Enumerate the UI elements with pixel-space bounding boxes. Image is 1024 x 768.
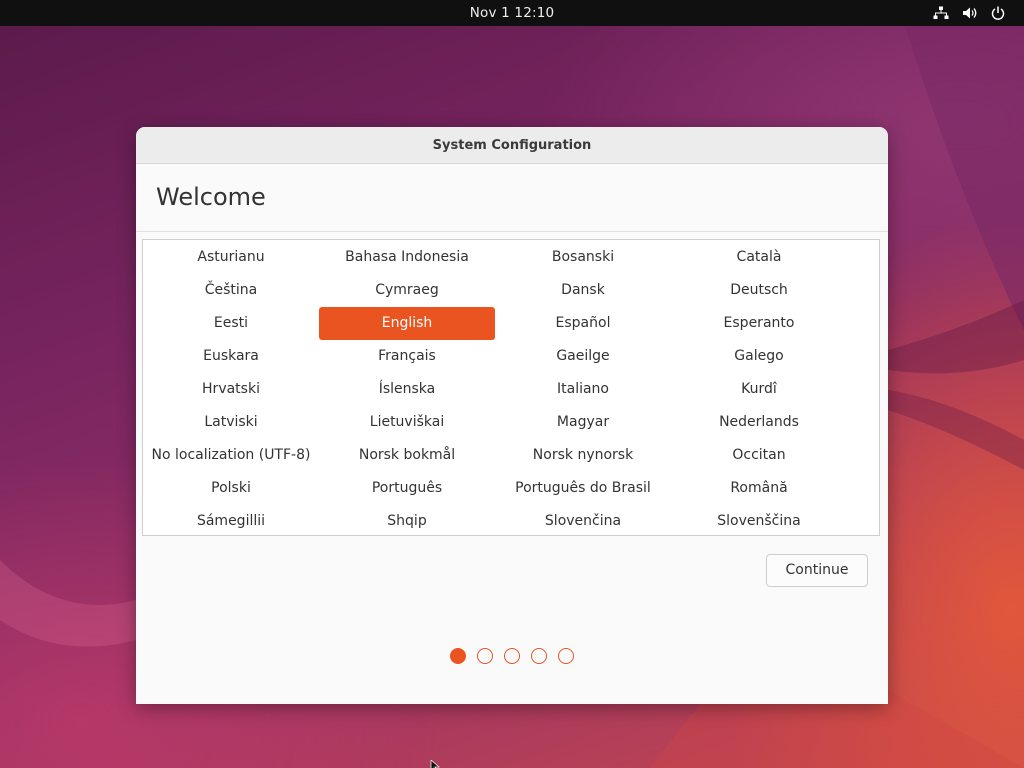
language-option-selected[interactable]: English <box>319 307 495 340</box>
power-icon[interactable] <box>987 0 1009 26</box>
page-indicator <box>136 648 888 664</box>
language-option[interactable]: Gaeilge <box>495 340 671 373</box>
language-option[interactable]: Bahasa Indonesia <box>319 241 495 274</box>
page-dot <box>504 648 520 664</box>
language-option[interactable]: Čeština <box>143 274 319 307</box>
language-option[interactable]: Bosanski <box>495 241 671 274</box>
language-option[interactable]: Sámegillii <box>143 505 319 538</box>
page-heading: Welcome <box>156 183 266 211</box>
page-dot <box>531 648 547 664</box>
language-option[interactable]: Occitan <box>671 439 847 472</box>
language-option[interactable]: Galego <box>671 340 847 373</box>
language-option[interactable]: Euskara <box>143 340 319 373</box>
language-option[interactable]: Nederlands <box>671 406 847 439</box>
language-option[interactable]: Slovenčina <box>495 505 671 538</box>
language-list[interactable]: Asturianu Bahasa Indonesia Bosanski Català Č… <box>142 239 880 536</box>
language-option[interactable]: Deutsch <box>671 274 847 307</box>
language-option[interactable]: No localization (UTF-8) <box>143 439 319 472</box>
page-dot <box>558 648 574 664</box>
dialog-title: System Configuration <box>136 127 888 164</box>
network-icon[interactable] <box>930 0 952 26</box>
language-option[interactable]: Português <box>319 472 495 505</box>
language-option[interactable]: Kurdî <box>671 373 847 406</box>
mouse-pointer-icon <box>430 760 441 768</box>
language-option[interactable]: Íslenska <box>319 373 495 406</box>
language-option[interactable]: Asturianu <box>143 241 319 274</box>
language-option[interactable]: Magyar <box>495 406 671 439</box>
language-option[interactable]: Slovenščina <box>671 505 847 538</box>
divider <box>136 231 888 232</box>
language-option[interactable]: Hrvatski <box>143 373 319 406</box>
system-configuration-dialog: System Configuration Welcome Asturianu Ba… <box>136 127 888 704</box>
language-option[interactable]: Dansk <box>495 274 671 307</box>
page-dot <box>450 648 466 664</box>
language-option[interactable]: Latviski <box>143 406 319 439</box>
top-bar: Nov 1 12:10 <box>0 0 1024 26</box>
language-option[interactable]: Norsk bokmål <box>319 439 495 472</box>
language-option[interactable]: Español <box>495 307 671 340</box>
language-option[interactable]: Cymraeg <box>319 274 495 307</box>
clock[interactable]: Nov 1 12:10 <box>0 0 1024 26</box>
volume-icon[interactable] <box>959 0 981 26</box>
language-option[interactable]: Eesti <box>143 307 319 340</box>
continue-button[interactable]: Continue <box>766 554 868 587</box>
language-option[interactable]: Français <box>319 340 495 373</box>
language-option[interactable]: Português do Brasil <box>495 472 671 505</box>
language-option[interactable]: Italiano <box>495 373 671 406</box>
page-dot <box>477 648 493 664</box>
language-option[interactable]: Català <box>671 241 847 274</box>
language-option[interactable]: Shqip <box>319 505 495 538</box>
language-option[interactable]: Esperanto <box>671 307 847 340</box>
language-option[interactable]: Română <box>671 472 847 505</box>
language-option[interactable]: Polski <box>143 472 319 505</box>
language-option[interactable]: Norsk nynorsk <box>495 439 671 472</box>
language-option[interactable]: Lietuviškai <box>319 406 495 439</box>
